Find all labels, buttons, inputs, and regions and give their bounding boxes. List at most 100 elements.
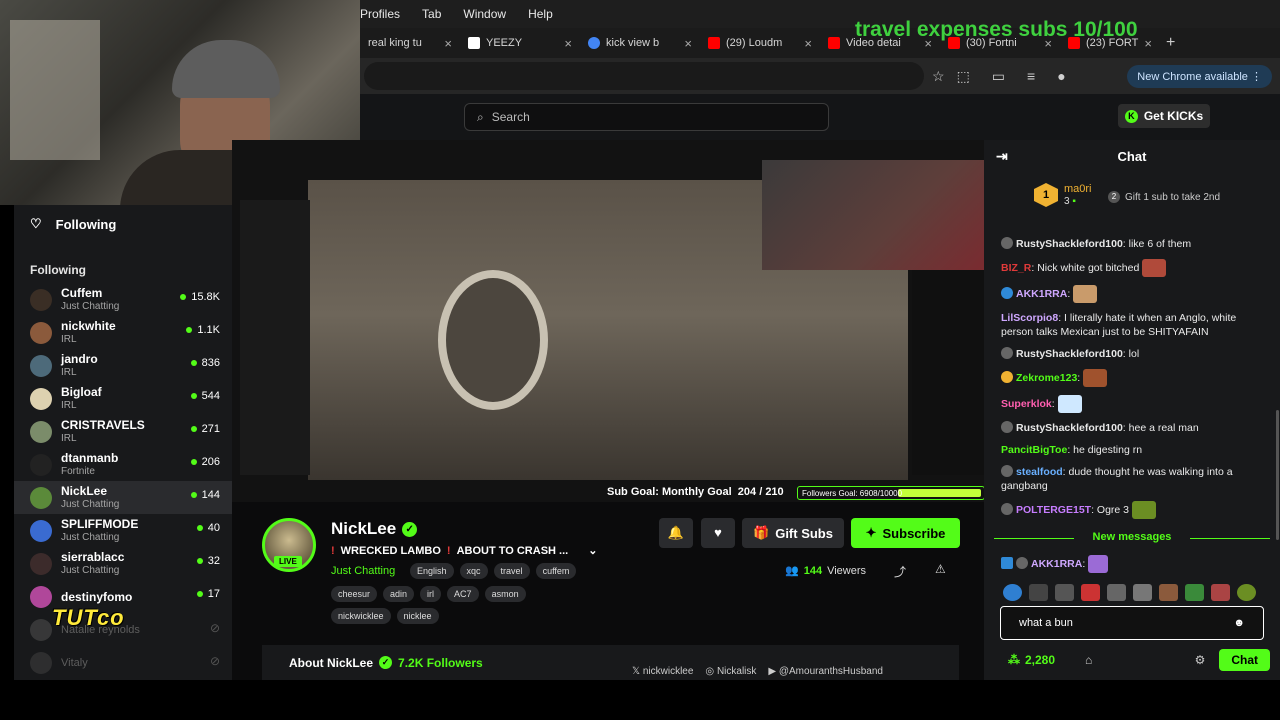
- browser-tab[interactable]: kick view b ×: [580, 28, 700, 58]
- emote[interactable]: [1003, 584, 1022, 601]
- browser-tab[interactable]: (29) Loudm ×: [700, 28, 820, 58]
- stream-tag[interactable]: xqc: [459, 563, 488, 579]
- follow-heart-button[interactable]: ♥: [701, 518, 735, 548]
- youtube-social-link[interactable]: ▶ @AmouranthsHusband: [768, 666, 883, 677]
- new-messages-divider[interactable]: New messages: [994, 531, 1270, 543]
- menu-tab[interactable]: Tab: [422, 7, 441, 21]
- menu-help[interactable]: Help: [528, 7, 553, 21]
- viewer-count: 17: [207, 588, 220, 600]
- stream-tag[interactable]: asmon: [484, 586, 526, 602]
- tab-close-icon[interactable]: ×: [684, 36, 692, 51]
- kicks-balance[interactable]: ⁂ 2,280: [1008, 653, 1055, 667]
- stream-tag[interactable]: nicklee: [396, 608, 439, 624]
- sidebar-channel-sierrablacc[interactable]: sierrablacc Just Chatting 32: [14, 547, 232, 580]
- stream-tag[interactable]: adin: [383, 586, 415, 602]
- chat-message: PancitBigToe: he digesting rn: [1001, 444, 1143, 456]
- chat-username[interactable]: POLTERGE15T: [1016, 504, 1091, 516]
- sidebar-channel-bigloaf[interactable]: Bigloaf IRL 544: [14, 382, 232, 415]
- cast-icon[interactable]: ▭: [992, 68, 1005, 85]
- avatar: [30, 354, 52, 377]
- sidebar-channel-jandro[interactable]: jandro IRL 836: [14, 349, 232, 382]
- new-chrome-available-button[interactable]: New Chrome available ⋮: [1127, 64, 1272, 88]
- stream-tag[interactable]: travel: [493, 563, 530, 579]
- menu-profiles[interactable]: Profiles: [360, 7, 400, 21]
- media-controls-icon[interactable]: ≡: [1027, 68, 1035, 85]
- emote[interactable]: [1029, 584, 1048, 601]
- stream-tag[interactable]: irl: [420, 586, 442, 602]
- settings-gear-icon[interactable]: ⚙: [1195, 653, 1206, 667]
- emote[interactable]: [1185, 584, 1204, 601]
- stream-tag[interactable]: nickwicklee: [331, 608, 391, 624]
- stream-tag[interactable]: cheesur: [331, 586, 378, 602]
- browser-tab[interactable]: real king tu ×: [360, 28, 460, 58]
- tab-close-icon[interactable]: ×: [564, 36, 572, 51]
- chat-username[interactable]: RustyShackleford100: [1016, 348, 1123, 360]
- share-icon[interactable]: ⤴: [894, 563, 906, 580]
- x-social-link[interactable]: 𝕏 nickwicklee: [632, 666, 693, 677]
- profile-avatar-icon[interactable]: ●: [1057, 68, 1065, 85]
- live-dot-icon: [190, 393, 197, 399]
- leaderboard-user[interactable]: ma0ri: [1064, 183, 1092, 196]
- emoji-picker-icon[interactable]: ☻: [1233, 617, 1245, 629]
- chat-scrollbar[interactable]: [1276, 410, 1279, 540]
- emote[interactable]: [1107, 584, 1126, 601]
- sidebar-channel-spliffmode[interactable]: SPLIFFMODE Just Chatting 40: [14, 514, 232, 547]
- emote[interactable]: [1159, 584, 1178, 601]
- gift-to-rank-hint[interactable]: 2 Gift 1 sub to take 2nd: [1108, 191, 1220, 203]
- stream-tag[interactable]: English: [410, 563, 454, 579]
- subscribe-button[interactable]: ✦ Subscribe: [851, 518, 960, 548]
- stream-tag[interactable]: AC7: [447, 586, 479, 602]
- stream-tags-row: cheesur adin irl AC7 asmon: [331, 586, 526, 602]
- send-chat-button[interactable]: Chat: [1219, 649, 1270, 671]
- bookmark-star-icon[interactable]: ☆: [932, 68, 945, 85]
- sidebar-channel-nicklee[interactable]: NickLee Just Chatting 144: [14, 481, 232, 514]
- sidebar-channel-dtanmanb[interactable]: dtanmanb Fortnite 206: [14, 448, 232, 481]
- emote[interactable]: [1133, 584, 1152, 601]
- sidebar-channel-offline[interactable]: Vitaly ⊘: [14, 646, 232, 679]
- stream-category-link[interactable]: Just Chatting: [331, 565, 395, 577]
- chat-username[interactable]: PancitBigToe: [1001, 444, 1067, 456]
- chat-username[interactable]: Zekrome123: [1016, 372, 1077, 384]
- chat-username[interactable]: RustyShackleford100: [1016, 238, 1123, 250]
- streamer-name[interactable]: NickLee ✓: [331, 519, 418, 539]
- tab-close-icon[interactable]: ×: [1144, 36, 1152, 51]
- browser-tab[interactable]: YEEZY ×: [460, 28, 580, 58]
- get-kicks-label: Get KICKs: [1143, 109, 1204, 123]
- notification-bell-button[interactable]: 🔔: [659, 518, 693, 548]
- gift-subs-button[interactable]: 🎁 Gift Subs: [742, 518, 844, 548]
- stream-title-part1: WRECKED LAMBO: [340, 544, 441, 557]
- viewer-count: 544: [201, 390, 220, 402]
- store-icon[interactable]: ⌂: [1085, 653, 1092, 667]
- menu-window[interactable]: Window: [463, 7, 506, 21]
- tab-close-icon[interactable]: ×: [804, 36, 812, 51]
- emote[interactable]: [1081, 584, 1100, 601]
- get-kicks-button[interactable]: K Get KICKs: [1118, 104, 1210, 128]
- chat-username[interactable]: RustyShackleford100: [1016, 422, 1123, 434]
- chat-username[interactable]: Superklok: [1001, 398, 1052, 410]
- stream-title-part2: ABOUT TO CRASH ...: [456, 544, 569, 557]
- chat-username[interactable]: BIZ_R: [1001, 262, 1031, 274]
- instagram-social-link[interactable]: ◎ Nickalisk: [705, 666, 756, 677]
- new-tab-icon[interactable]: +: [1166, 34, 1175, 52]
- chat-username[interactable]: stealfood: [1016, 466, 1063, 478]
- viewers-icon: 👥: [785, 565, 799, 577]
- address-bar[interactable]: [364, 62, 924, 90]
- report-icon[interactable]: ⚠: [935, 562, 946, 576]
- sidebar-nav-following[interactable]: ♡ Following: [14, 205, 232, 243]
- search-input[interactable]: ⌕ Search: [464, 103, 829, 131]
- sidebar-channel-nickwhite[interactable]: nickwhite IRL 1.1K: [14, 316, 232, 349]
- chat-username[interactable]: AKK1RRA: [1031, 558, 1082, 570]
- emote[interactable]: [1237, 584, 1256, 601]
- tab-close-icon[interactable]: ×: [444, 36, 452, 51]
- extensions-icon[interactable]: ⬚: [957, 68, 970, 85]
- collapse-chat-icon[interactable]: ⇥: [996, 148, 1008, 165]
- chevron-down-icon[interactable]: ⌄: [588, 544, 597, 557]
- sidebar-channel-cuffem[interactable]: Cuffem Just Chatting 15.8K: [14, 283, 232, 316]
- stream-tag[interactable]: cuffem: [535, 563, 577, 579]
- chat-message-input[interactable]: what a bun ☻: [1000, 606, 1264, 640]
- chat-username[interactable]: LilScorpio8: [1001, 312, 1058, 324]
- sidebar-channel-cristravels[interactable]: CRISTRAVELS IRL 271: [14, 415, 232, 448]
- emote[interactable]: [1055, 584, 1074, 601]
- emote[interactable]: [1211, 584, 1230, 601]
- chat-username[interactable]: AKK1RRA: [1016, 288, 1067, 300]
